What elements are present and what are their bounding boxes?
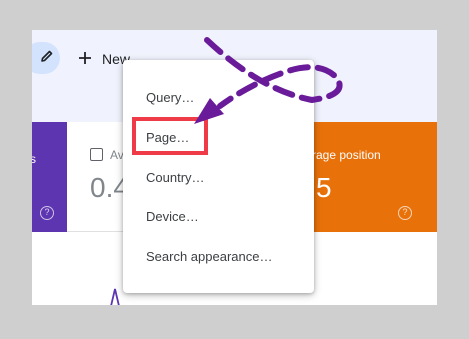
annotation-arrow <box>194 37 343 124</box>
